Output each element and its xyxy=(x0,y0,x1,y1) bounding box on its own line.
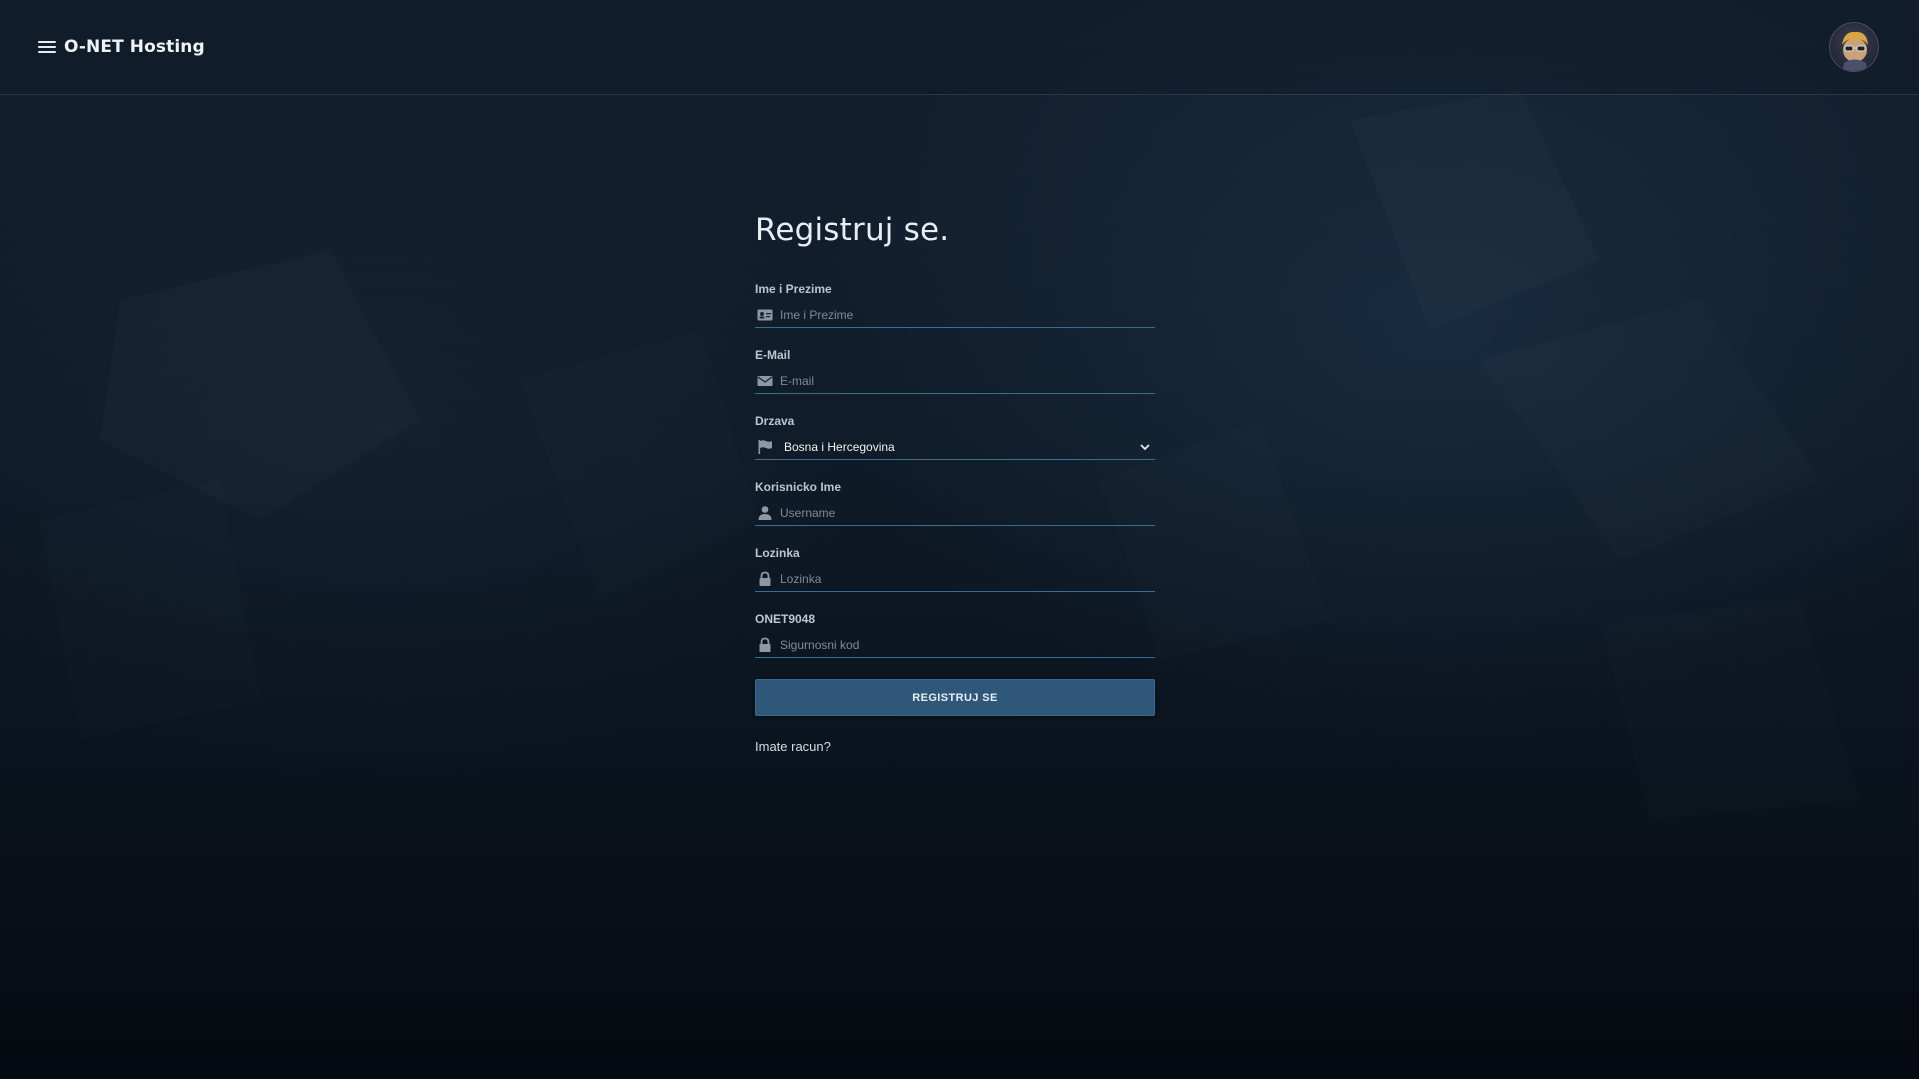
avatar-icon xyxy=(1842,31,1868,71)
country-select[interactable]: Bosna i Hercegovina xyxy=(755,436,1155,460)
envelope-icon xyxy=(757,376,773,386)
login-link[interactable]: Imate racun? xyxy=(755,739,831,754)
security-code-row xyxy=(755,634,1155,658)
top-navbar: O-NET Hosting xyxy=(0,0,1919,95)
country-label: Drzava xyxy=(755,414,795,428)
username-row xyxy=(755,502,1155,526)
password-input[interactable] xyxy=(780,568,1150,590)
username-input[interactable] xyxy=(780,502,1150,524)
user-avatar[interactable] xyxy=(1829,22,1879,72)
user-icon xyxy=(758,506,772,520)
id-card-icon xyxy=(757,309,773,321)
security-code-label: ONET9048 xyxy=(755,612,816,626)
email-label: E-Mail xyxy=(755,348,791,362)
hamburger-menu-icon[interactable] xyxy=(38,38,56,56)
username-field: Korisnicko Ime xyxy=(755,480,1155,526)
password-field: Lozinka xyxy=(755,546,1155,592)
register-button[interactable]: REGISTRUJ SE xyxy=(755,679,1155,716)
lock-icon xyxy=(759,637,771,652)
email-row xyxy=(755,370,1155,394)
country-field: Drzava Bosna i Hercegovina xyxy=(755,414,1155,460)
full-name-label: Ime i Prezime xyxy=(755,282,832,296)
email-input[interactable] xyxy=(780,370,1150,392)
lock-icon xyxy=(759,571,771,586)
full-name-input[interactable] xyxy=(780,304,1150,326)
page-title: Registruj se. xyxy=(755,212,950,248)
security-code-field: ONET9048 xyxy=(755,612,1155,658)
full-name-field: Ime i Prezime xyxy=(755,282,1155,328)
brand-title[interactable]: O-NET Hosting xyxy=(64,37,205,57)
password-row xyxy=(755,568,1155,592)
password-label: Lozinka xyxy=(755,546,800,560)
register-form: Registruj se. Ime i Prezime E-Mail Drzav… xyxy=(755,212,1155,756)
country-selected-value: Bosna i Hercegovina xyxy=(784,440,895,454)
email-field: E-Mail xyxy=(755,348,1155,394)
security-code-input[interactable] xyxy=(780,634,1150,656)
full-name-row xyxy=(755,304,1155,328)
flag-icon xyxy=(758,440,772,454)
chevron-down-icon[interactable] xyxy=(1139,441,1151,453)
username-label: Korisnicko Ime xyxy=(755,480,842,494)
